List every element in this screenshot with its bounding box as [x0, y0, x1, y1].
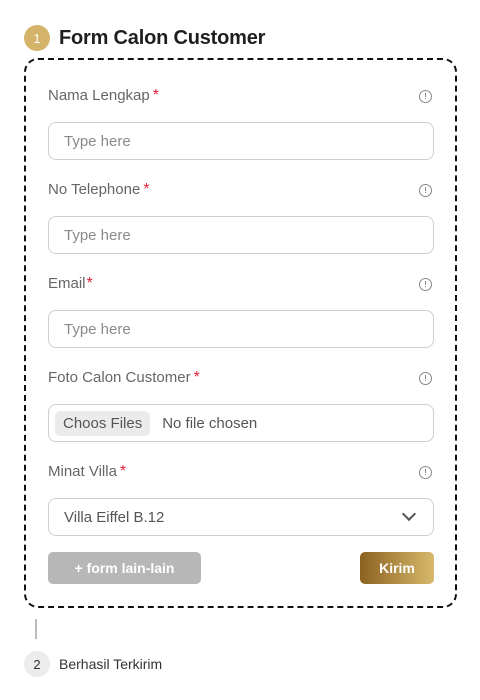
no-telephone-input-wrapper	[48, 216, 434, 254]
field-label-row: Email*	[48, 274, 434, 294]
required-mark: *	[119, 463, 127, 480]
file-input[interactable]: Choos Files No file chosen	[48, 404, 434, 442]
field-label-row: Minat Villa *	[48, 462, 434, 482]
field-label: No Telephone *	[48, 181, 150, 199]
nama-lengkap-input-wrapper	[48, 122, 434, 160]
choose-files-button[interactable]: Choos Files	[55, 410, 151, 436]
info-icon[interactable]	[419, 465, 432, 479]
no-telephone-input[interactable]	[64, 226, 418, 244]
label-foto-calon-customer: Foto Calon Customer	[48, 369, 191, 386]
required-mark: *	[152, 87, 159, 104]
field-label: Email*	[48, 275, 93, 293]
select-value: Villa Eiffel B.12	[64, 508, 165, 526]
info-icon[interactable]	[419, 371, 432, 385]
field-nama-lengkap: Nama Lengkap *	[48, 86, 434, 160]
label-nama-lengkap: Nama Lengkap	[48, 87, 150, 104]
customer-form: Nama Lengkap* No Telephone* Email*	[24, 58, 457, 608]
field-minat-villa: Minat Villa * Villa Eiffel B.12	[48, 462, 434, 536]
required-mark: *	[143, 181, 150, 198]
step-1-title: Form Calon Customer	[59, 26, 266, 49]
field-label: Foto Calon Customer *	[48, 369, 200, 387]
field-foto-calon-customer: Foto Calon Customer * Choos Files No file…	[48, 368, 434, 442]
field-label: Minat Villa *	[48, 463, 126, 481]
email-input[interactable]	[64, 320, 418, 338]
submit-button[interactable]: Kirim	[360, 552, 434, 584]
field-label-row: No Telephone *	[48, 180, 434, 200]
required-mark: *	[86, 275, 93, 292]
nama-lengkap-input[interactable]	[64, 132, 418, 150]
step-2-title: Berhasil Terkirim	[59, 656, 163, 672]
label-minat-villa: Minat Villa	[48, 463, 117, 480]
minat-villa-select[interactable]: Villa Eiffel B.12	[48, 498, 434, 536]
chevron-down-icon	[401, 506, 417, 522]
field-label-row: Foto Calon Customer *	[48, 368, 434, 388]
required-mark: *	[193, 369, 200, 386]
step-2-number: 2	[24, 651, 50, 677]
step-1-number: 1	[24, 25, 50, 51]
step-connector	[35, 619, 37, 639]
step-2-header: 2 Berhasil Terkirim	[24, 651, 162, 677]
info-icon[interactable]	[419, 183, 432, 197]
email-input-wrapper	[48, 310, 434, 348]
add-form-button[interactable]: + form lain-lain	[48, 552, 201, 584]
field-no-telephone: No Telephone *	[48, 180, 434, 254]
step-1-header: 1 Form Calon Customer	[24, 24, 265, 52]
info-icon[interactable]	[419, 277, 432, 291]
field-email: Email*	[48, 274, 434, 348]
label-email: Email	[48, 275, 86, 292]
info-icon[interactable]	[419, 89, 432, 103]
file-status-text: No file chosen	[162, 414, 258, 432]
field-label-row: Nama Lengkap *	[48, 86, 434, 106]
label-no-telephone: No Telephone	[48, 181, 141, 198]
field-label: Nama Lengkap *	[48, 87, 159, 105]
